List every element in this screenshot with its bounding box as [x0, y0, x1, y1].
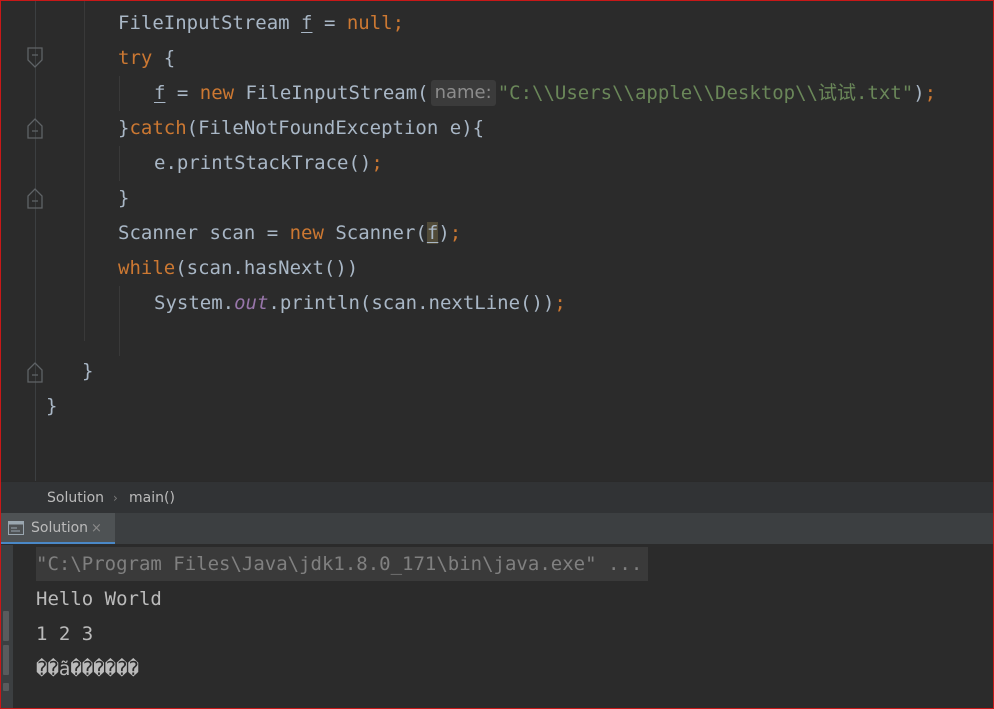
brace: } — [118, 187, 130, 209]
code-line-8[interactable]: while(scan.hasNext()) — [118, 251, 358, 286]
code-editor[interactable]: FileInputStream f = null; try { f = new … — [1, 1, 993, 481]
type-name: FileInputStream — [118, 12, 290, 34]
keyword-try: try — [118, 47, 153, 69]
variable-f: f — [154, 82, 166, 104]
constructor-call: FileInputStream( — [234, 82, 429, 104]
highlighted-variable-f: f — [426, 222, 439, 244]
while-condition: (scan.hasNext()) — [175, 257, 359, 279]
semicolon: ; — [449, 222, 462, 244]
code-line-7[interactable]: Scanner scan = new Scanner(f); — [118, 216, 461, 251]
console-icon — [8, 521, 24, 535]
console-output[interactable]: "C:\Program Files\Java\jdk1.8.0_171\bin\… — [1, 545, 993, 708]
run-tool-window-header: Solution × — [1, 513, 993, 545]
rerun-icon[interactable] — [3, 611, 9, 641]
keyword-new: new — [199, 82, 235, 104]
semicolon: ; — [392, 12, 405, 34]
operator: = — [165, 82, 200, 104]
semicolon: ; — [554, 292, 566, 314]
indent-guide — [84, 1, 85, 341]
gutter-divider — [35, 1, 36, 481]
fold-end-icon[interactable] — [25, 361, 45, 383]
code-line-5[interactable]: e.printStackTrace(); — [154, 146, 383, 181]
run-tab-solution[interactable]: Solution × — [1, 513, 115, 544]
println-call: .println(scan.nextLine()) — [268, 292, 555, 314]
indent-guide — [119, 286, 120, 356]
close-icon[interactable]: × — [91, 513, 102, 544]
run-tab-label: Solution — [31, 520, 89, 536]
stop-icon[interactable] — [3, 645, 9, 675]
breadcrumb-class[interactable]: Solution — [47, 482, 104, 514]
method-call: e.printStackTrace() — [154, 152, 372, 174]
operator: = — [312, 12, 347, 34]
breadcrumb: Solution › main() — [1, 481, 993, 514]
keyword-catch: catch — [129, 117, 187, 139]
indent-guide — [119, 76, 120, 111]
toolbar-icon[interactable] — [3, 683, 9, 691]
brace: } — [82, 360, 94, 382]
static-field-out: out — [234, 292, 269, 314]
code-line-11[interactable]: } — [82, 354, 93, 389]
keyword-while: while — [118, 257, 176, 279]
code-line-3[interactable]: f = new FileInputStream(name: "C:\\Users\… — [154, 76, 936, 111]
brace: } — [118, 117, 130, 139]
keyword-null: null — [346, 12, 393, 34]
code-line-1[interactable]: FileInputStream f = null; — [118, 6, 404, 41]
brace: } — [46, 395, 58, 417]
code-line-12[interactable]: } — [46, 389, 57, 424]
constructor-call: Scanner( — [323, 222, 427, 244]
code-line-6[interactable]: } — [118, 181, 129, 216]
catch-clause: (FileNotFoundException e){ — [186, 117, 485, 139]
semicolon: ; — [371, 152, 383, 174]
console-command-line: "C:\Program Files\Java\jdk1.8.0_171\bin\… — [36, 547, 649, 581]
paren: ) — [913, 82, 925, 104]
system-class: System. — [154, 292, 235, 314]
semicolon: ; — [924, 82, 937, 104]
parameter-hint: name: — [430, 80, 496, 106]
declaration: Scanner scan = — [118, 222, 290, 244]
string-literal: "C:\\Users\\apple\\Desktop\\试试.txt" — [497, 82, 914, 104]
keyword-new: new — [289, 222, 324, 244]
console-output-line: 1 2 3 — [36, 623, 94, 645]
paren: ) — [438, 222, 450, 244]
breadcrumb-separator: › — [113, 491, 118, 505]
code-line-4[interactable]: }catch(FileNotFoundException e){ — [118, 111, 484, 146]
code-line-2[interactable]: try { — [118, 41, 175, 76]
code-line-9[interactable]: System.out.println(scan.nextLine()); — [154, 286, 566, 321]
indent-guide — [119, 146, 120, 181]
fold-end-icon[interactable] — [25, 187, 45, 209]
console-output-line: Hello World — [36, 588, 162, 610]
variable-f: f — [301, 12, 313, 34]
fold-collapse-icon[interactable] — [25, 47, 45, 69]
breadcrumb-method[interactable]: main() — [129, 482, 175, 514]
fold-end-icon[interactable] — [25, 117, 45, 139]
brace: { — [152, 47, 176, 69]
ide-window: FileInputStream f = null; try { f = new … — [0, 0, 994, 709]
console-output-line: ��ã������ — [36, 658, 139, 680]
console-toolbar — [1, 545, 13, 708]
